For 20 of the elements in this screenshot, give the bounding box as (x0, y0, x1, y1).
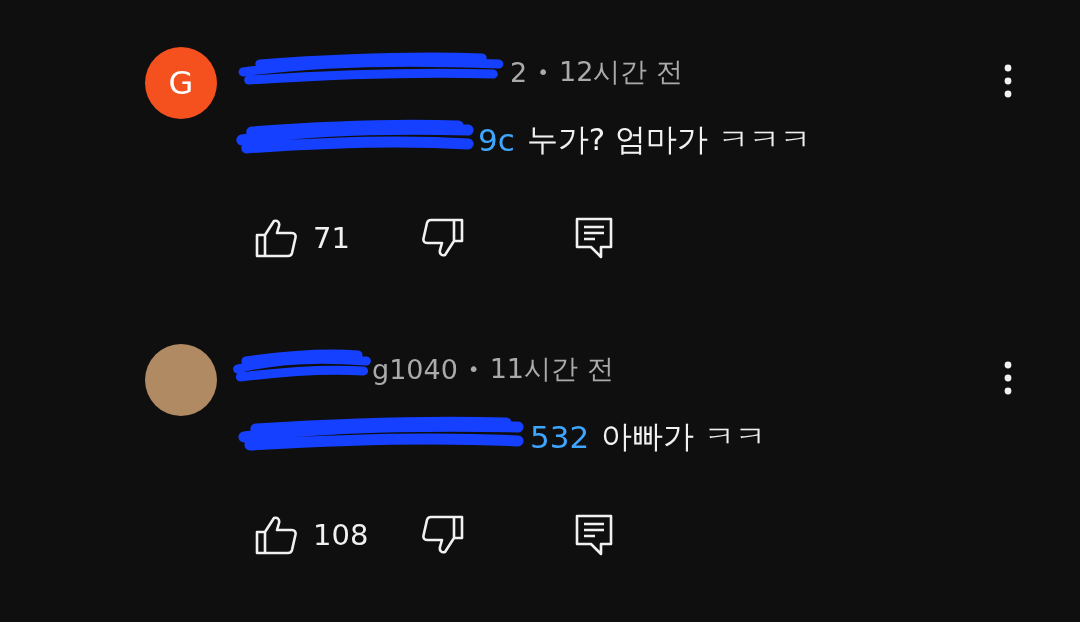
more-options-icon[interactable] (1004, 64, 1012, 98)
thumbs-up-icon[interactable] (255, 218, 297, 258)
mention-link[interactable]: 9c (478, 122, 515, 158)
comment-text: 아빠가 ㅋㅋ (601, 417, 767, 456)
like-count: 108 (313, 518, 369, 552)
comment-time: 12시간 전 (559, 55, 683, 89)
reply-icon[interactable] (575, 217, 613, 259)
mention-link[interactable]: 532 (530, 419, 590, 455)
thumbs-down-icon[interactable] (422, 515, 464, 555)
author-handle[interactable]: 2 (510, 56, 528, 88)
comment-time: 11시간 전 (489, 352, 614, 386)
more-options-icon[interactable] (1004, 361, 1012, 395)
separator-dot: • (537, 60, 549, 84)
author-handle[interactable]: g1040 (372, 353, 458, 385)
thumbs-down-icon[interactable] (422, 218, 464, 258)
separator-dot: • (467, 357, 480, 381)
reply-icon[interactable] (575, 514, 613, 556)
like-count: 71 (313, 221, 350, 255)
thumbs-up-icon[interactable] (255, 515, 297, 555)
comment-text: 누가? 엄마가 ㅋㅋㅋ (526, 120, 811, 159)
